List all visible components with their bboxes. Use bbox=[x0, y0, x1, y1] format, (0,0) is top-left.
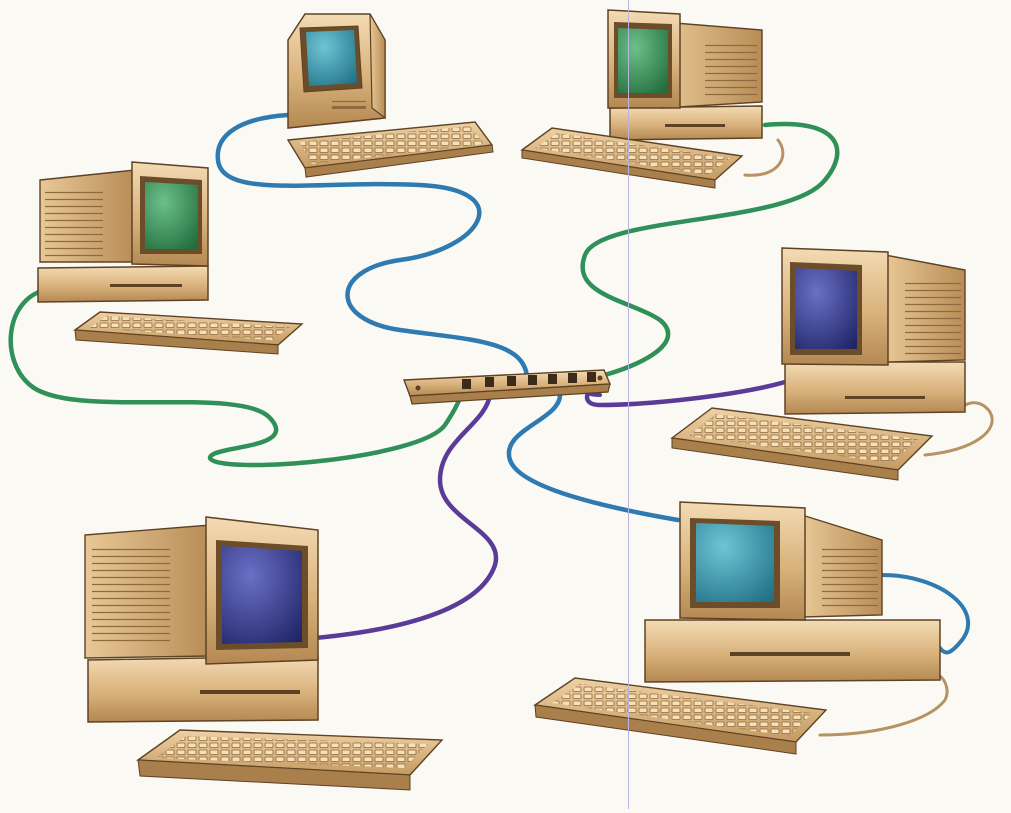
keyboard bbox=[135, 729, 444, 791]
network-hub bbox=[403, 369, 612, 405]
screen-navy bbox=[222, 546, 302, 644]
keyboard bbox=[286, 121, 494, 178]
page-fold-line bbox=[628, 0, 629, 809]
hub-port bbox=[485, 377, 494, 387]
cable-tan-bottom-right bbox=[818, 674, 949, 737]
cable-tan-top-right bbox=[743, 138, 785, 177]
screen-teal bbox=[696, 523, 774, 602]
network-diagram bbox=[0, 0, 1011, 809]
screen-green bbox=[618, 28, 668, 93]
screen-green bbox=[145, 182, 198, 249]
hub-port bbox=[587, 372, 596, 382]
cable-blue-bottom-right bbox=[506, 392, 681, 523]
keyboard bbox=[533, 677, 828, 755]
computer-bottom-left bbox=[84, 516, 444, 791]
hub-port bbox=[568, 373, 577, 383]
keyboard bbox=[670, 407, 934, 481]
computer-left bbox=[37, 161, 304, 355]
computer-right bbox=[670, 247, 966, 481]
hub-port bbox=[462, 379, 471, 389]
computer-compact-top bbox=[286, 13, 494, 178]
cable-green-left bbox=[8, 287, 465, 468]
computer-bottom-right bbox=[533, 501, 941, 755]
cable-purple-bottom-left bbox=[312, 392, 499, 641]
cable-purple-right bbox=[584, 379, 788, 408]
hub-port bbox=[528, 375, 537, 385]
hub-port bbox=[507, 376, 516, 386]
screen-teal bbox=[306, 30, 357, 86]
screen-navy bbox=[795, 268, 857, 349]
network-illustration bbox=[8, 9, 994, 791]
keyboard bbox=[73, 311, 304, 355]
hub-port bbox=[548, 374, 557, 384]
computer-top-right bbox=[520, 9, 763, 189]
